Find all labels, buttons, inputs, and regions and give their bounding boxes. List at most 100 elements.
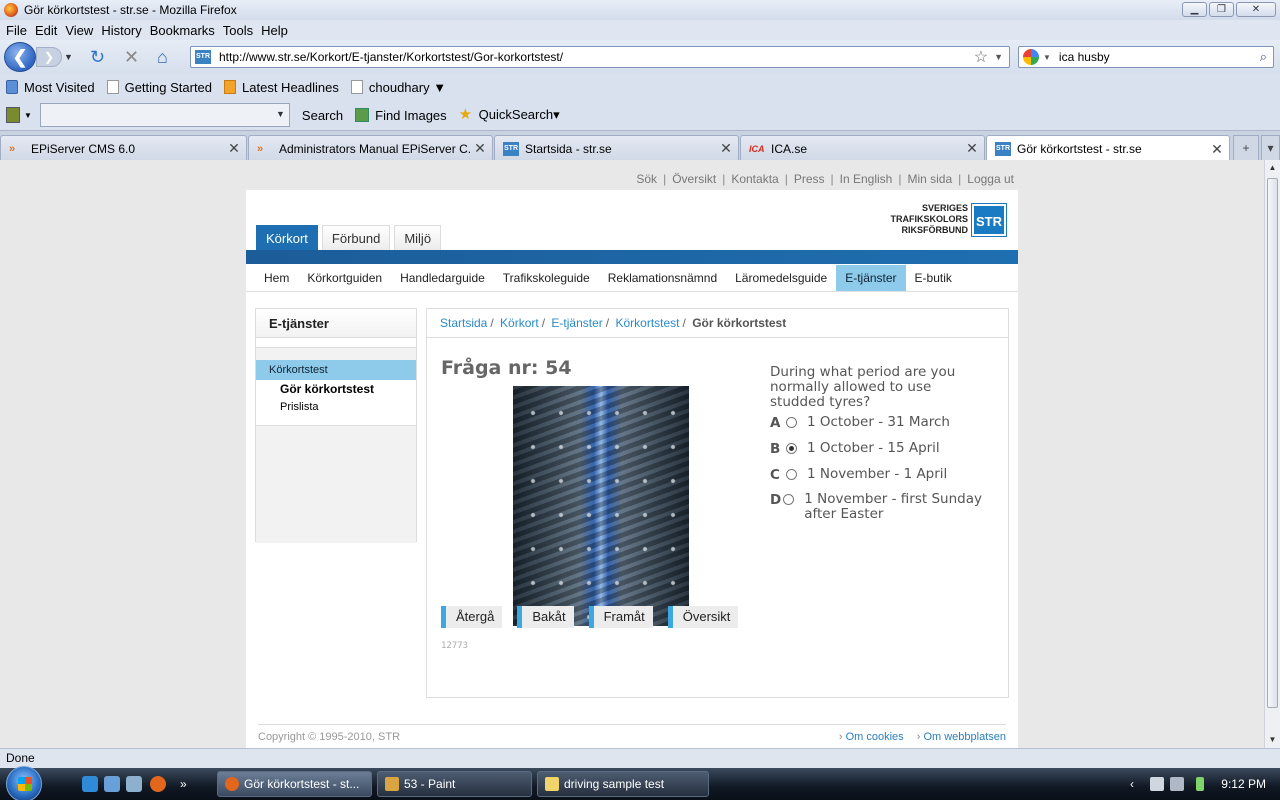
- search-icon[interactable]: ⌕: [1260, 49, 1267, 65]
- left-nav-prislista[interactable]: Prislista: [256, 398, 416, 426]
- subnav-handledarguide[interactable]: Handledarguide: [391, 265, 494, 291]
- subnav-e-butik[interactable]: E-butik: [906, 265, 961, 291]
- menu-file[interactable]: File: [6, 23, 27, 38]
- show-desktop-icon[interactable]: [104, 776, 120, 792]
- home-icon[interactable]: ⌂: [157, 47, 168, 67]
- url-text[interactable]: http://www.str.se/Korkort/E-tjanster/Kor…: [219, 50, 974, 64]
- breadcrumb-e-tjanster[interactable]: E-tjänster: [551, 316, 602, 330]
- answer-c[interactable]: C 1 November - 1 April: [770, 467, 1000, 484]
- subnav-laromedelsguide[interactable]: Läromedelsguide: [726, 265, 836, 291]
- tab-close-icon[interactable]: ✕: [472, 140, 488, 157]
- find-images-button[interactable]: Find Images: [355, 108, 447, 123]
- tab-close-icon[interactable]: ✕: [964, 140, 980, 157]
- search-bar[interactable]: ▼ ica husby ⌕: [1018, 46, 1274, 68]
- google-icon[interactable]: [1023, 49, 1039, 65]
- stop-icon[interactable]: ✕: [124, 47, 139, 67]
- subnav-korkortguiden[interactable]: Körkortguiden: [298, 265, 391, 291]
- tab-admin-manual[interactable]: » Administrators Manual EPiServer C... ✕: [248, 135, 493, 161]
- menu-history[interactable]: History: [101, 23, 141, 38]
- tab-miljo[interactable]: Miljö: [394, 225, 442, 250]
- toplink-logga-ut[interactable]: Logga ut: [967, 172, 1014, 186]
- history-dropdown-icon[interactable]: ▼: [64, 52, 73, 62]
- subnav-trafikskoleguide[interactable]: Trafikskoleguide: [494, 265, 599, 291]
- tab-episerver[interactable]: » EPiServer CMS 6.0 ✕: [0, 135, 247, 161]
- tab-ica[interactable]: ICA ICA.se ✕: [740, 135, 985, 161]
- engine-dropdown-icon[interactable]: ▼: [1043, 53, 1051, 62]
- subnav-e-tjanster[interactable]: E-tjänster: [836, 264, 906, 291]
- bookmark-getting-started[interactable]: Getting Started: [106, 80, 212, 95]
- scroll-thumb[interactable]: [1267, 178, 1278, 708]
- toplink-oversikt[interactable]: Översikt: [672, 172, 716, 186]
- quicklaunch-more-icon[interactable]: »: [180, 776, 196, 792]
- forward-button[interactable]: ❯: [36, 47, 62, 67]
- tray-app-icon[interactable]: [1150, 777, 1164, 791]
- taskbar-driving-sample-test[interactable]: driving sample test: [537, 771, 709, 797]
- toplink-kontakta[interactable]: Kontakta: [731, 172, 778, 186]
- reload-icon[interactable]: ↻: [90, 47, 105, 67]
- breadcrumb-korkortstest[interactable]: Körkortstest: [615, 316, 679, 330]
- bookmark-latest-headlines[interactable]: Latest Headlines: [224, 80, 339, 95]
- start-button[interactable]: [6, 766, 42, 800]
- scroll-down-icon[interactable]: ▼: [1265, 732, 1280, 748]
- breadcrumb-startsida[interactable]: Startsida: [440, 316, 487, 330]
- tab-list-icon[interactable]: ▾: [1261, 135, 1280, 161]
- tab-close-icon[interactable]: ✕: [226, 140, 242, 157]
- search-input[interactable]: ica husby: [1059, 50, 1260, 64]
- back-button[interactable]: ❮: [4, 42, 36, 72]
- left-nav-gor-korkortstest[interactable]: Gör körkortstest: [256, 380, 416, 398]
- film-dropdown-icon[interactable]: ▼: [24, 111, 32, 120]
- toplink-press[interactable]: Press: [794, 172, 825, 186]
- menu-view[interactable]: View: [65, 23, 93, 38]
- menu-edit[interactable]: Edit: [35, 23, 57, 38]
- answer-d-radio[interactable]: [783, 494, 795, 505]
- subnav-reklamationsnamnd[interactable]: Reklamationsnämnd: [599, 265, 726, 291]
- firefox-quicklaunch-icon[interactable]: [150, 776, 166, 792]
- quicksearch-button[interactable]: ★ QuickSearch▾: [459, 107, 560, 123]
- new-tab-icon[interactable]: +: [1233, 135, 1259, 161]
- vertical-scrollbar[interactable]: ▲ ▼: [1264, 160, 1280, 748]
- toplink-sok[interactable]: Sök: [636, 172, 657, 186]
- return-button[interactable]: Återgå: [441, 606, 503, 628]
- film-icon[interactable]: [6, 107, 20, 123]
- str-logo[interactable]: SVERIGES TRAFIKSKOLORS RIKSFÖRBUND STR: [891, 202, 1007, 237]
- tab-close-icon[interactable]: ✕: [718, 140, 734, 157]
- tab-startsida[interactable]: STR Startsida - str.se ✕: [494, 135, 739, 161]
- taskbar-paint[interactable]: 53 - Paint: [377, 771, 532, 797]
- tab-forbund[interactable]: Förbund: [321, 225, 391, 250]
- forward-question-button[interactable]: Framåt: [588, 606, 653, 628]
- tray-expand-icon[interactable]: ‹: [1130, 777, 1144, 791]
- footer-link-cookies[interactable]: Om cookies: [839, 731, 904, 743]
- maximize-button[interactable]: ❐: [1209, 2, 1234, 17]
- breadcrumb-korkort[interactable]: Körkort: [500, 316, 539, 330]
- tab-close-icon[interactable]: ✕: [1209, 141, 1225, 158]
- tab-korkort[interactable]: Körkort: [256, 225, 318, 250]
- close-window-button[interactable]: ✕: [1236, 2, 1276, 17]
- ie-icon[interactable]: [82, 776, 98, 792]
- switch-windows-icon[interactable]: [126, 776, 142, 792]
- battery-icon[interactable]: [1196, 777, 1204, 791]
- menu-bookmarks[interactable]: Bookmarks: [150, 23, 215, 38]
- answer-b[interactable]: B 1 October - 15 April: [770, 441, 1000, 458]
- toplink-in-english[interactable]: In English: [840, 172, 893, 186]
- toplink-min-sida[interactable]: Min sida: [907, 172, 952, 186]
- answer-b-radio[interactable]: [786, 443, 797, 454]
- tab-gor-korkortstest[interactable]: STR Gör körkortstest - str.se ✕: [986, 135, 1230, 162]
- network-icon[interactable]: [1170, 777, 1184, 791]
- url-dropdown-icon[interactable]: ▼: [994, 52, 1003, 62]
- clock[interactable]: 9:12 PM: [1221, 777, 1266, 791]
- url-bar[interactable]: STR http://www.str.se/Korkort/E-tjanster…: [190, 46, 1010, 68]
- overview-button[interactable]: Översikt: [667, 606, 739, 628]
- menu-help[interactable]: Help: [261, 23, 288, 38]
- answer-d[interactable]: D 1 November - first Sunday after Easter: [770, 492, 990, 522]
- taskbar-firefox[interactable]: Gör körkortstest - st...: [217, 771, 372, 797]
- scroll-up-icon[interactable]: ▲: [1265, 160, 1280, 176]
- footer-link-webbplatsen[interactable]: Om webbplatsen: [917, 731, 1006, 743]
- subnav-hem[interactable]: Hem: [255, 265, 298, 291]
- answer-a[interactable]: A 1 October - 31 March: [770, 415, 1000, 432]
- toolbar-combo-input[interactable]: [39, 103, 290, 127]
- answer-a-radio[interactable]: [786, 417, 797, 428]
- back-question-button[interactable]: Bakåt: [517, 606, 574, 628]
- bookmark-choudhary[interactable]: choudhary ▼: [350, 80, 446, 95]
- bookmark-star-icon[interactable]: ☆: [974, 47, 988, 67]
- left-nav-korkortstest[interactable]: Körkortstest: [256, 360, 416, 380]
